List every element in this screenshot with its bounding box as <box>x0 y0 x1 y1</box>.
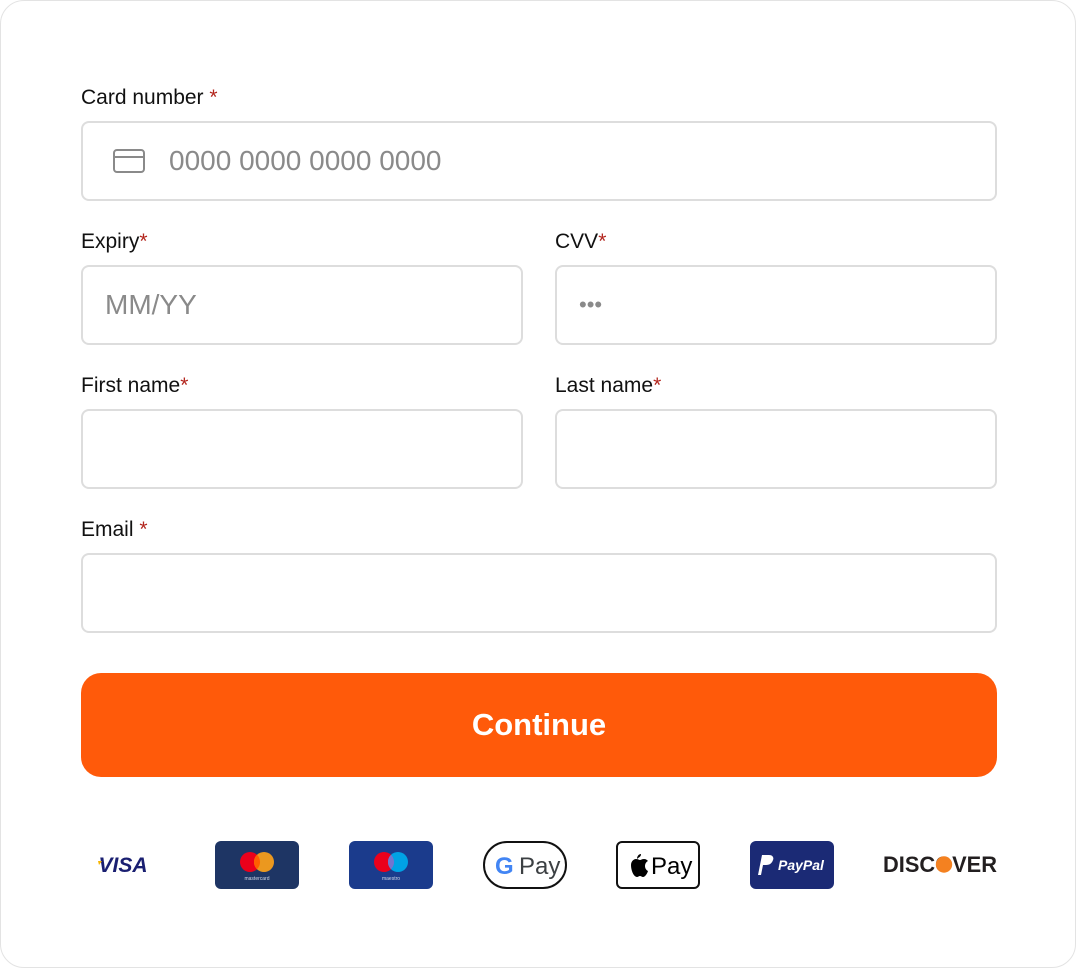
apple-pay-text: Pay <box>651 853 692 880</box>
required-mark: * <box>139 230 148 253</box>
required-mark: * <box>598 230 607 253</box>
paypal-text: PayPal <box>778 857 825 873</box>
cvv-label: CVV* <box>555 230 606 254</box>
maestro-logo: maestro <box>349 841 433 889</box>
card-number-label: Card number * <box>81 86 218 110</box>
required-mark: * <box>653 374 662 397</box>
payment-form-card: Card number * Expiry* CVV* First name* L… <box>0 0 1076 968</box>
first-name-label-text: First name <box>81 374 181 397</box>
first-name-input[interactable] <box>105 411 505 487</box>
apple-pay-logo: Pay <box>616 841 700 889</box>
email-field[interactable] <box>81 553 997 633</box>
gpay-text: Pay <box>519 853 560 880</box>
mastercard-logo: mastercard <box>215 841 299 889</box>
mastercard-text: mastercard <box>244 876 269 882</box>
cvv-input[interactable] <box>579 267 979 343</box>
required-mark: * <box>209 86 218 109</box>
credit-card-icon <box>113 149 145 173</box>
paypal-logo: PayPal <box>750 841 834 889</box>
last-name-label-text: Last name <box>555 374 654 397</box>
card-number-label-text: Card number <box>81 86 204 109</box>
email-input[interactable] <box>105 555 965 631</box>
email-label: Email * <box>81 518 148 542</box>
required-mark: * <box>180 374 189 397</box>
card-number-field[interactable] <box>81 121 997 201</box>
discover-logo: DISCOVER <box>883 841 999 889</box>
google-pay-logo: G Pay <box>483 841 567 889</box>
required-mark: * <box>139 518 148 541</box>
expiry-label-text: Expiry <box>81 230 140 253</box>
last-name-input[interactable] <box>579 411 979 487</box>
cvv-field[interactable] <box>555 265 997 345</box>
cvv-label-text: CVV <box>555 230 599 253</box>
card-number-input[interactable] <box>169 123 969 199</box>
visa-logo: VISA <box>81 841 165 889</box>
first-name-field[interactable] <box>81 409 523 489</box>
expiry-field[interactable] <box>81 265 523 345</box>
expiry-input[interactable] <box>105 267 505 343</box>
first-name-label: First name* <box>81 374 188 398</box>
last-name-label: Last name* <box>555 374 661 398</box>
visa-text: VISA <box>98 854 147 877</box>
svg-text:G: G <box>495 853 514 880</box>
email-label-text: Email <box>81 518 134 541</box>
expiry-label: Expiry* <box>81 230 148 254</box>
last-name-field[interactable] <box>555 409 997 489</box>
continue-button[interactable]: Continue <box>81 673 997 777</box>
maestro-text: maestro <box>382 876 400 882</box>
